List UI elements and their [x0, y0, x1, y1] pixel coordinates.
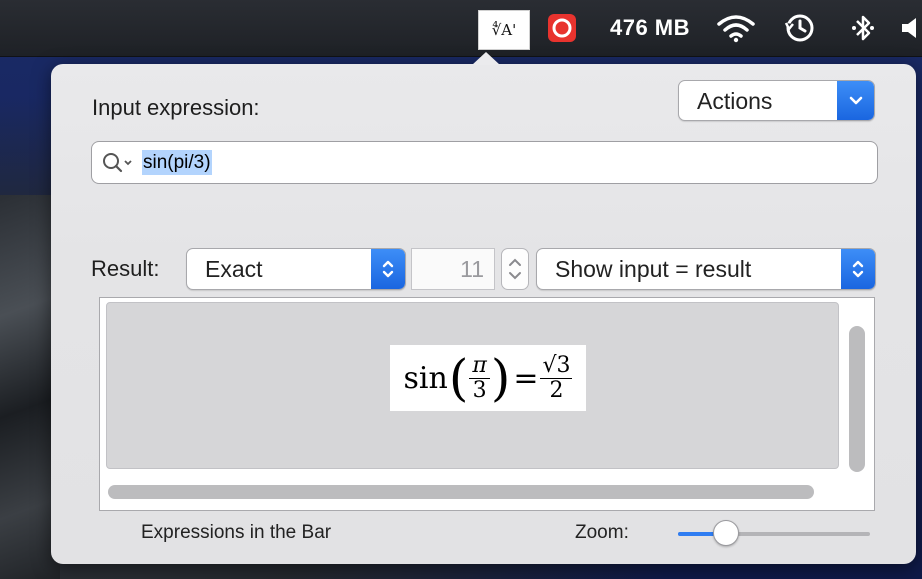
result-canvas: sin ( π 3 ) = √3 2: [106, 302, 839, 469]
bluetooth-icon[interactable]: [843, 0, 883, 56]
formula-function: sin: [403, 360, 448, 396]
display-mode-value: Show input = result: [555, 256, 752, 282]
menu-bar: ∜A' 476 MB: [0, 0, 922, 57]
zoom-slider[interactable]: [678, 520, 870, 546]
math-icon-label: ∜A': [491, 21, 517, 39]
zoom-label: Zoom:: [575, 522, 629, 543]
precision-stepper[interactable]: [501, 248, 529, 290]
formula-arg-fraction: π 3: [469, 354, 490, 403]
formula-result-denominator: 2: [549, 377, 564, 403]
zoom-slider-knob[interactable]: [713, 520, 739, 546]
result-mode-select[interactable]: Exact: [186, 248, 406, 290]
formula-equals: =: [513, 360, 539, 396]
result-formula: sin ( π 3 ) = √3 2: [390, 345, 586, 411]
chevron-down-icon: [837, 81, 874, 120]
display-mode-select[interactable]: Show input = result: [536, 248, 876, 290]
search-icon: [103, 153, 132, 173]
expression-input[interactable]: sin(pi/3): [91, 141, 878, 184]
horizontal-scrollbar[interactable]: [108, 485, 814, 499]
stepper-arrows-icon: [509, 258, 521, 280]
actions-label: Actions: [697, 88, 773, 114]
input-expression-label: Input expression:: [92, 95, 260, 120]
formula-arg-denominator: 3: [472, 377, 487, 403]
memory-usage[interactable]: 476 MB: [600, 0, 700, 56]
calculator-popover: Input expression: Actions sin(pi/3) Resu…: [51, 52, 916, 564]
expression-text: sin(pi/3): [142, 150, 212, 175]
result-mode-value: Exact: [205, 256, 263, 282]
result-view[interactable]: sin ( π 3 ) = √3 2: [99, 297, 875, 511]
formula-result-fraction: √3 2: [540, 353, 573, 403]
result-label: Result:: [91, 256, 160, 281]
popover-arrow: [472, 52, 500, 65]
formula-arg-numerator: π: [469, 354, 490, 379]
expressions-in-bar-label[interactable]: Expressions in the Bar: [141, 522, 331, 544]
formula-paren-open: (: [448, 349, 469, 407]
precision-value: 11: [460, 256, 484, 282]
formula-paren-close: ): [490, 349, 511, 407]
select-arrows-icon: [841, 249, 875, 289]
precision-field[interactable]: 11: [411, 248, 495, 290]
time-machine-icon[interactable]: [778, 0, 822, 56]
formula-result-numerator: √3: [540, 353, 573, 379]
record-icon[interactable]: [542, 0, 582, 56]
actions-dropdown[interactable]: Actions: [678, 80, 875, 121]
math-expression-icon[interactable]: ∜A': [478, 10, 530, 50]
vertical-scrollbar[interactable]: [849, 326, 865, 472]
speaker-icon[interactable]: [898, 0, 922, 56]
wifi-icon[interactable]: [712, 0, 760, 56]
select-arrows-icon: [371, 249, 405, 289]
